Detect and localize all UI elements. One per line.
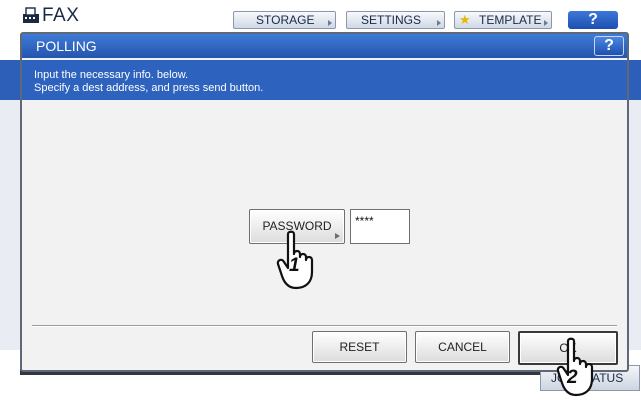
template-tab-label: TEMPLATE [479,13,542,27]
app-title: FAX [42,5,80,26]
dialog-header: POLLING ? [22,34,627,58]
settings-tab-label: SETTINGS [361,13,422,27]
storage-tab-button[interactable]: STORAGE [233,11,336,29]
dialog-title: POLLING [36,38,97,54]
message-line-1: Input the necessary info. below. [34,69,189,81]
background-band [0,60,20,100]
pointing-hand-icon [556,337,602,399]
arrow-icon [335,233,340,239]
divider [32,325,617,327]
help-button[interactable]: ? [594,36,624,56]
background-panel [0,100,20,350]
arrow-icon [328,20,332,26]
storage-tab-label: STORAGE [256,13,315,27]
cancel-button[interactable]: CANCEL [415,331,510,363]
step-number: 1 [289,255,300,276]
pointing-hand-icon [276,230,326,292]
reset-button[interactable]: RESET [312,331,407,363]
arrow-icon [544,20,548,26]
background-band [628,60,641,100]
arrow-icon [437,20,441,26]
message-line-2: Specify a dest address, and press send b… [34,82,264,94]
background-panel [628,100,641,350]
password-field[interactable]: **** [350,209,410,244]
polling-dialog: POLLING ? Input the necessary info. belo… [20,32,629,372]
fax-icon [22,6,40,24]
star-icon: ★ [459,12,471,27]
template-tab-button[interactable]: ★ TEMPLATE [454,11,552,29]
background-help-button[interactable]: ? [568,11,618,29]
step-number: 2 [567,367,578,388]
settings-tab-button[interactable]: SETTINGS [346,11,445,29]
